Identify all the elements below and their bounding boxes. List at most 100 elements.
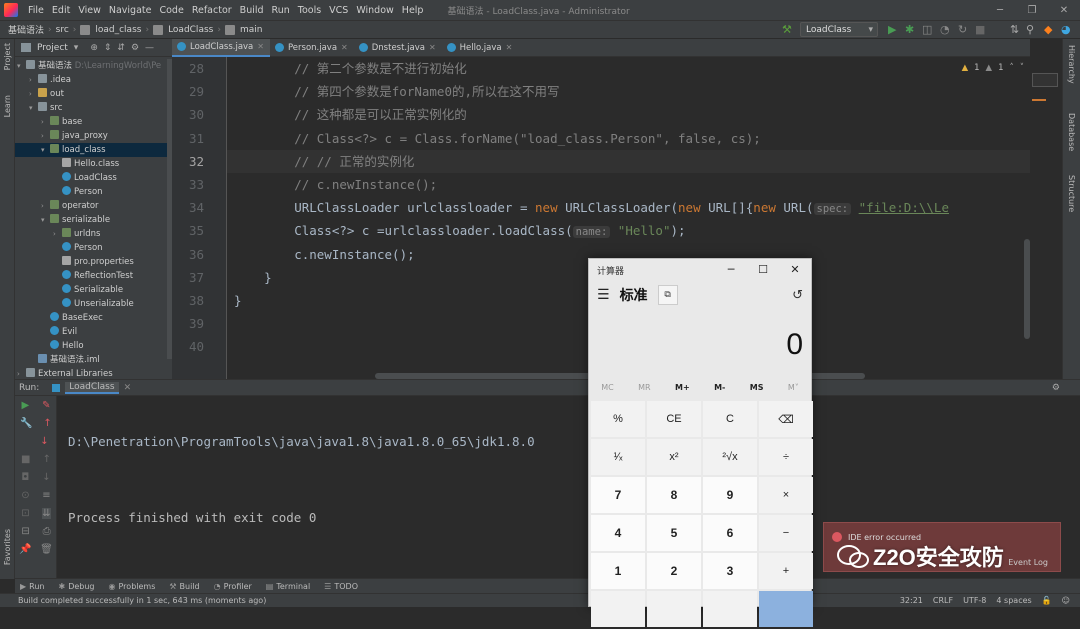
close-icon[interactable]: ✕ bbox=[506, 43, 513, 52]
run-icon[interactable]: ▶ bbox=[888, 23, 896, 36]
calculator-key[interactable]: 4 bbox=[591, 515, 645, 551]
menu-item-tools[interactable]: Tools bbox=[294, 5, 325, 16]
search-everywhere-icon[interactable]: ⚲ bbox=[1026, 23, 1034, 36]
memory-button[interactable]: MS bbox=[750, 377, 764, 399]
editor-tab[interactable]: Hello.java ✕ bbox=[442, 39, 519, 57]
exit-icon[interactable]: ⊟ bbox=[21, 526, 29, 537]
code-minimap[interactable] bbox=[1030, 39, 1062, 379]
build-icon[interactable]: ↻ bbox=[958, 23, 967, 36]
tree-item[interactable]: ▾ 基础语法 D:\LearningWorld\Pe bbox=[15, 59, 172, 73]
close-icon[interactable]: ✕ bbox=[1048, 0, 1080, 21]
stop-icon[interactable]: ■ bbox=[21, 454, 30, 465]
code-line[interactable]: // // 正常的实例化 bbox=[227, 149, 1030, 173]
database-tool-tab[interactable]: Database bbox=[1067, 113, 1076, 151]
tree-item[interactable]: Person bbox=[15, 185, 172, 199]
toolbox-icon[interactable]: ◕ bbox=[1061, 23, 1071, 36]
menu-item-code[interactable]: Code bbox=[155, 5, 187, 16]
tree-item[interactable]: BaseExec bbox=[15, 311, 172, 325]
bottom-tab-debug[interactable]: ✱ Debug bbox=[59, 582, 95, 591]
dump-icon[interactable]: ⊙ bbox=[21, 490, 29, 501]
expand-arrow-icon[interactable]: › bbox=[41, 129, 50, 143]
expand-arrow-icon[interactable]: ▾ bbox=[41, 143, 50, 157]
tree-item[interactable]: LoadClass bbox=[15, 171, 172, 185]
tree-item[interactable]: Hello bbox=[15, 339, 172, 353]
memory-button[interactable]: M- bbox=[714, 377, 725, 399]
tree-item[interactable]: 基础语法.iml bbox=[15, 353, 172, 367]
menu-item-window[interactable]: Window bbox=[352, 5, 397, 16]
expand-arrow-icon[interactable]: › bbox=[29, 87, 38, 101]
inspection-widget[interactable]: ▲ 1 ▲ 1 ˄ ˅ bbox=[962, 63, 1024, 73]
calculator-key[interactable]: ¹⁄ₓ bbox=[591, 439, 645, 475]
breadcrumb-item[interactable]: src bbox=[54, 25, 71, 35]
tree-item[interactable]: › base bbox=[15, 115, 172, 129]
bottom-tab-run[interactable]: ▶ Run bbox=[20, 582, 45, 591]
layout-icon[interactable]: ⊡ bbox=[21, 508, 29, 519]
menu-item-navigate[interactable]: Navigate bbox=[105, 5, 156, 16]
editor-tab[interactable]: Person.java ✕ bbox=[270, 39, 354, 57]
calculator-key[interactable] bbox=[759, 591, 813, 627]
run-tab-label[interactable]: LoadClass bbox=[65, 381, 119, 394]
breadcrumb-item[interactable]: 基础语法 bbox=[6, 23, 46, 36]
minimap-viewport[interactable] bbox=[1032, 73, 1058, 87]
pin-icon[interactable]: 📌 bbox=[19, 544, 31, 555]
calculator-key[interactable]: x² bbox=[647, 439, 701, 475]
editor-tab[interactable]: LoadClass.java ✕ bbox=[172, 38, 270, 57]
menu-item-build[interactable]: Build bbox=[236, 5, 268, 16]
down-arrow-icon[interactable]: ↓ bbox=[40, 436, 48, 447]
calculator-key[interactable]: C bbox=[703, 401, 757, 437]
locate-icon[interactable]: ⊕ bbox=[90, 43, 98, 53]
collapse-all-icon[interactable]: ⇕ bbox=[104, 43, 112, 53]
keep-on-top-icon[interactable]: ⧉ bbox=[657, 285, 678, 305]
caret-position[interactable]: 32:21 bbox=[900, 594, 923, 607]
project-panel-title[interactable]: Project bbox=[37, 43, 68, 53]
rerun-icon[interactable]: ▶ bbox=[21, 400, 29, 411]
expand-arrow-icon[interactable]: › bbox=[41, 199, 50, 213]
tree-item[interactable]: › urldns bbox=[15, 227, 172, 241]
gear-icon[interactable]: ⚙ bbox=[131, 43, 139, 53]
tree-item[interactable]: pro.properties bbox=[15, 255, 172, 269]
up-icon[interactable]: ↑ bbox=[43, 454, 51, 465]
up-arrow-icon[interactable]: ↑ bbox=[43, 418, 51, 429]
calculator-key[interactable] bbox=[703, 591, 757, 627]
code-line[interactable]: // c.newInstance(); bbox=[227, 173, 1030, 196]
run-config-select[interactable]: LoadClass ▾ bbox=[800, 22, 878, 37]
indent-setting[interactable]: 4 spaces bbox=[996, 594, 1031, 607]
edit-config-icon[interactable]: ✎ bbox=[42, 400, 50, 411]
close-icon[interactable]: ✕ bbox=[429, 43, 436, 52]
chevron-down-icon[interactable]: ˅ bbox=[1020, 63, 1024, 73]
calculator-key[interactable]: CE bbox=[647, 401, 701, 437]
code-line[interactable]: // 第二个参数是不进行初始化 bbox=[227, 57, 1030, 80]
calculator-key[interactable]: − bbox=[759, 515, 813, 551]
tree-item[interactable]: ReflectionTest bbox=[15, 269, 172, 283]
calculator-key[interactable]: 9 bbox=[703, 477, 757, 513]
calculator-key[interactable]: ²√x bbox=[703, 439, 757, 475]
camera-icon[interactable]: ◘ bbox=[21, 472, 29, 483]
close-icon[interactable]: ✕ bbox=[341, 43, 348, 52]
soft-wrap-icon[interactable]: ≡ bbox=[42, 490, 50, 501]
calculator-key[interactable]: 5 bbox=[647, 515, 701, 551]
plugin-icon[interactable]: ◆ bbox=[1044, 23, 1052, 36]
tree-item[interactable]: Serializable bbox=[15, 283, 172, 297]
close-icon[interactable]: ✕ bbox=[124, 383, 132, 393]
event-log-link[interactable]: Event Log bbox=[1008, 558, 1048, 567]
calculator-key[interactable]: ⌫ bbox=[759, 401, 813, 437]
editor-tab[interactable]: Dnstest.java ✕ bbox=[354, 39, 442, 57]
menu-item-file[interactable]: File bbox=[24, 5, 48, 16]
stop-icon[interactable]: ■ bbox=[975, 23, 985, 36]
down-icon[interactable]: ↓ bbox=[42, 472, 50, 483]
tree-item[interactable]: Person bbox=[15, 241, 172, 255]
lock-icon[interactable]: 🔓 bbox=[1042, 594, 1052, 607]
calculator-key[interactable]: 6 bbox=[703, 515, 757, 551]
code-line[interactable]: // Class<?> c = Class.forName("load_clas… bbox=[227, 127, 1030, 150]
favorites-tool-tab[interactable]: Favorites bbox=[3, 529, 12, 565]
menu-item-help[interactable]: Help bbox=[398, 5, 428, 16]
calculator-key[interactable]: 7 bbox=[591, 477, 645, 513]
wrench-icon[interactable]: 🔧 bbox=[20, 418, 32, 429]
tree-item[interactable]: Unserializable bbox=[15, 297, 172, 311]
expand-arrow-icon[interactable]: ▾ bbox=[17, 59, 26, 73]
chevron-up-icon[interactable]: ˄ bbox=[1010, 63, 1014, 73]
minimize-icon[interactable]: ─ bbox=[715, 259, 747, 281]
git-icon[interactable]: ⇅ bbox=[1010, 23, 1019, 36]
menu-item-edit[interactable]: Edit bbox=[48, 5, 74, 16]
expand-arrow-icon[interactable]: ▾ bbox=[29, 101, 38, 115]
